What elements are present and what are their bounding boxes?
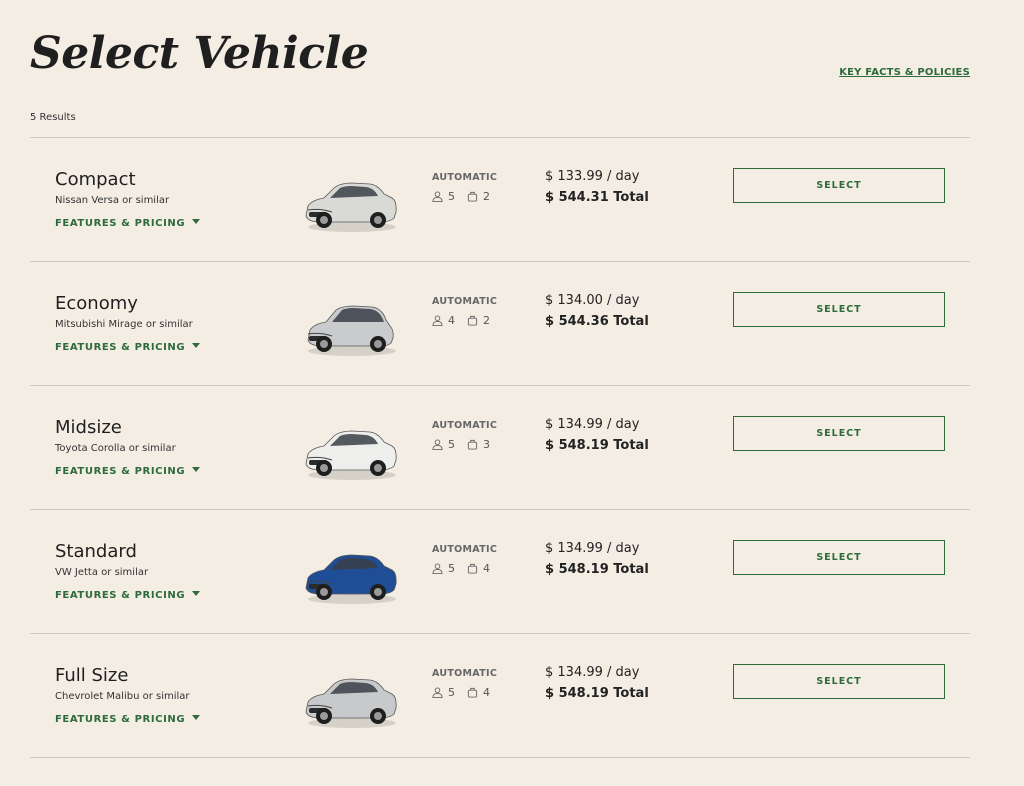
caret-down-icon — [192, 467, 201, 472]
vehicle-row: Standard VW Jetta or similar FEATURES & … — [30, 510, 970, 634]
features-pricing-toggle[interactable]: FEATURES & PRICING — [55, 342, 201, 353]
passenger-count: 5 — [448, 562, 455, 575]
daily-rate: $ 134.99 / day — [545, 665, 640, 680]
features-pricing-toggle[interactable]: FEATURES & PRICING — [55, 590, 201, 601]
passenger-count: 5 — [448, 686, 455, 699]
vehicle-model: Toyota Corolla or similar — [55, 443, 176, 454]
caret-down-icon — [192, 591, 201, 596]
daily-rate: $ 134.99 / day — [545, 541, 640, 556]
vehicle-row: Economy Mitsubishi Mirage or similar FEA… — [30, 262, 970, 386]
vehicle-class-name: Full Size — [55, 665, 129, 686]
daily-rate: $ 134.00 / day — [545, 293, 640, 308]
luggage-count: 4 — [483, 562, 490, 575]
select-vehicle-button[interactable]: SELECT — [733, 664, 945, 699]
passenger-icon — [432, 315, 443, 326]
features-pricing-label: FEATURES & PRICING — [55, 218, 186, 229]
vehicle-capacity: 5 3 — [432, 438, 490, 451]
vehicle-class-name: Standard — [55, 541, 137, 562]
vehicle-row: Compact Nissan Versa or similar FEATURES… — [30, 138, 970, 262]
passenger-icon — [432, 687, 443, 698]
caret-down-icon — [192, 343, 201, 348]
transmission-label: AUTOMATIC — [432, 668, 498, 679]
car-image — [300, 172, 400, 236]
car-image — [300, 296, 400, 360]
features-pricing-toggle[interactable]: FEATURES & PRICING — [55, 218, 201, 229]
features-pricing-label: FEATURES & PRICING — [55, 342, 186, 353]
passenger-icon — [432, 563, 443, 574]
features-pricing-label: FEATURES & PRICING — [55, 714, 186, 725]
luggage-count: 2 — [483, 314, 490, 327]
features-pricing-label: FEATURES & PRICING — [55, 590, 186, 601]
key-facts-policies-link[interactable]: KEY FACTS & POLICIES — [839, 67, 970, 78]
luggage-icon — [467, 439, 478, 450]
vehicle-list: Compact Nissan Versa or similar FEATURES… — [30, 137, 970, 758]
vehicle-model: Mitsubishi Mirage or similar — [55, 319, 193, 330]
transmission-label: AUTOMATIC — [432, 420, 498, 431]
features-pricing-label: FEATURES & PRICING — [55, 466, 186, 477]
vehicle-row: Full Size Chevrolet Malibu or similar FE… — [30, 634, 970, 758]
passenger-count: 4 — [448, 314, 455, 327]
total-price: $ 548.19 Total — [545, 562, 649, 577]
total-price: $ 548.19 Total — [545, 686, 649, 701]
vehicle-capacity: 5 4 — [432, 686, 490, 699]
car-image — [300, 544, 400, 608]
vehicle-capacity: 4 2 — [432, 314, 490, 327]
vehicle-model: VW Jetta or similar — [55, 567, 149, 578]
results-count: 5 Results — [30, 112, 76, 123]
caret-down-icon — [192, 715, 201, 720]
total-price: $ 544.31 Total — [545, 190, 649, 205]
select-vehicle-button[interactable]: SELECT — [733, 540, 945, 575]
features-pricing-toggle[interactable]: FEATURES & PRICING — [55, 466, 201, 477]
luggage-count: 4 — [483, 686, 490, 699]
vehicle-class-name: Compact — [55, 169, 136, 190]
transmission-label: AUTOMATIC — [432, 172, 498, 183]
select-vehicle-button[interactable]: SELECT — [733, 292, 945, 327]
vehicle-class-name: Economy — [55, 293, 138, 314]
passenger-count: 5 — [448, 438, 455, 451]
luggage-icon — [467, 687, 478, 698]
page-title: Select Vehicle — [30, 28, 369, 79]
luggage-count: 3 — [483, 438, 490, 451]
transmission-label: AUTOMATIC — [432, 544, 498, 555]
passenger-icon — [432, 191, 443, 202]
vehicle-capacity: 5 2 — [432, 190, 490, 203]
total-price: $ 544.36 Total — [545, 314, 649, 329]
vehicle-row: Midsize Toyota Corolla or similar FEATUR… — [30, 386, 970, 510]
transmission-label: AUTOMATIC — [432, 296, 498, 307]
caret-down-icon — [192, 219, 201, 224]
vehicle-model: Chevrolet Malibu or similar — [55, 691, 190, 702]
passenger-count: 5 — [448, 190, 455, 203]
features-pricing-toggle[interactable]: FEATURES & PRICING — [55, 714, 201, 725]
total-price: $ 548.19 Total — [545, 438, 649, 453]
select-vehicle-button[interactable]: SELECT — [733, 168, 945, 203]
daily-rate: $ 134.99 / day — [545, 417, 640, 432]
vehicle-model: Nissan Versa or similar — [55, 195, 170, 206]
daily-rate: $ 133.99 / day — [545, 169, 640, 184]
vehicle-capacity: 5 4 — [432, 562, 490, 575]
passenger-icon — [432, 439, 443, 450]
luggage-count: 2 — [483, 190, 490, 203]
car-image — [300, 668, 400, 732]
vehicle-class-name: Midsize — [55, 417, 122, 438]
luggage-icon — [467, 191, 478, 202]
luggage-icon — [467, 315, 478, 326]
select-vehicle-button[interactable]: SELECT — [733, 416, 945, 451]
luggage-icon — [467, 563, 478, 574]
car-image — [300, 420, 400, 484]
